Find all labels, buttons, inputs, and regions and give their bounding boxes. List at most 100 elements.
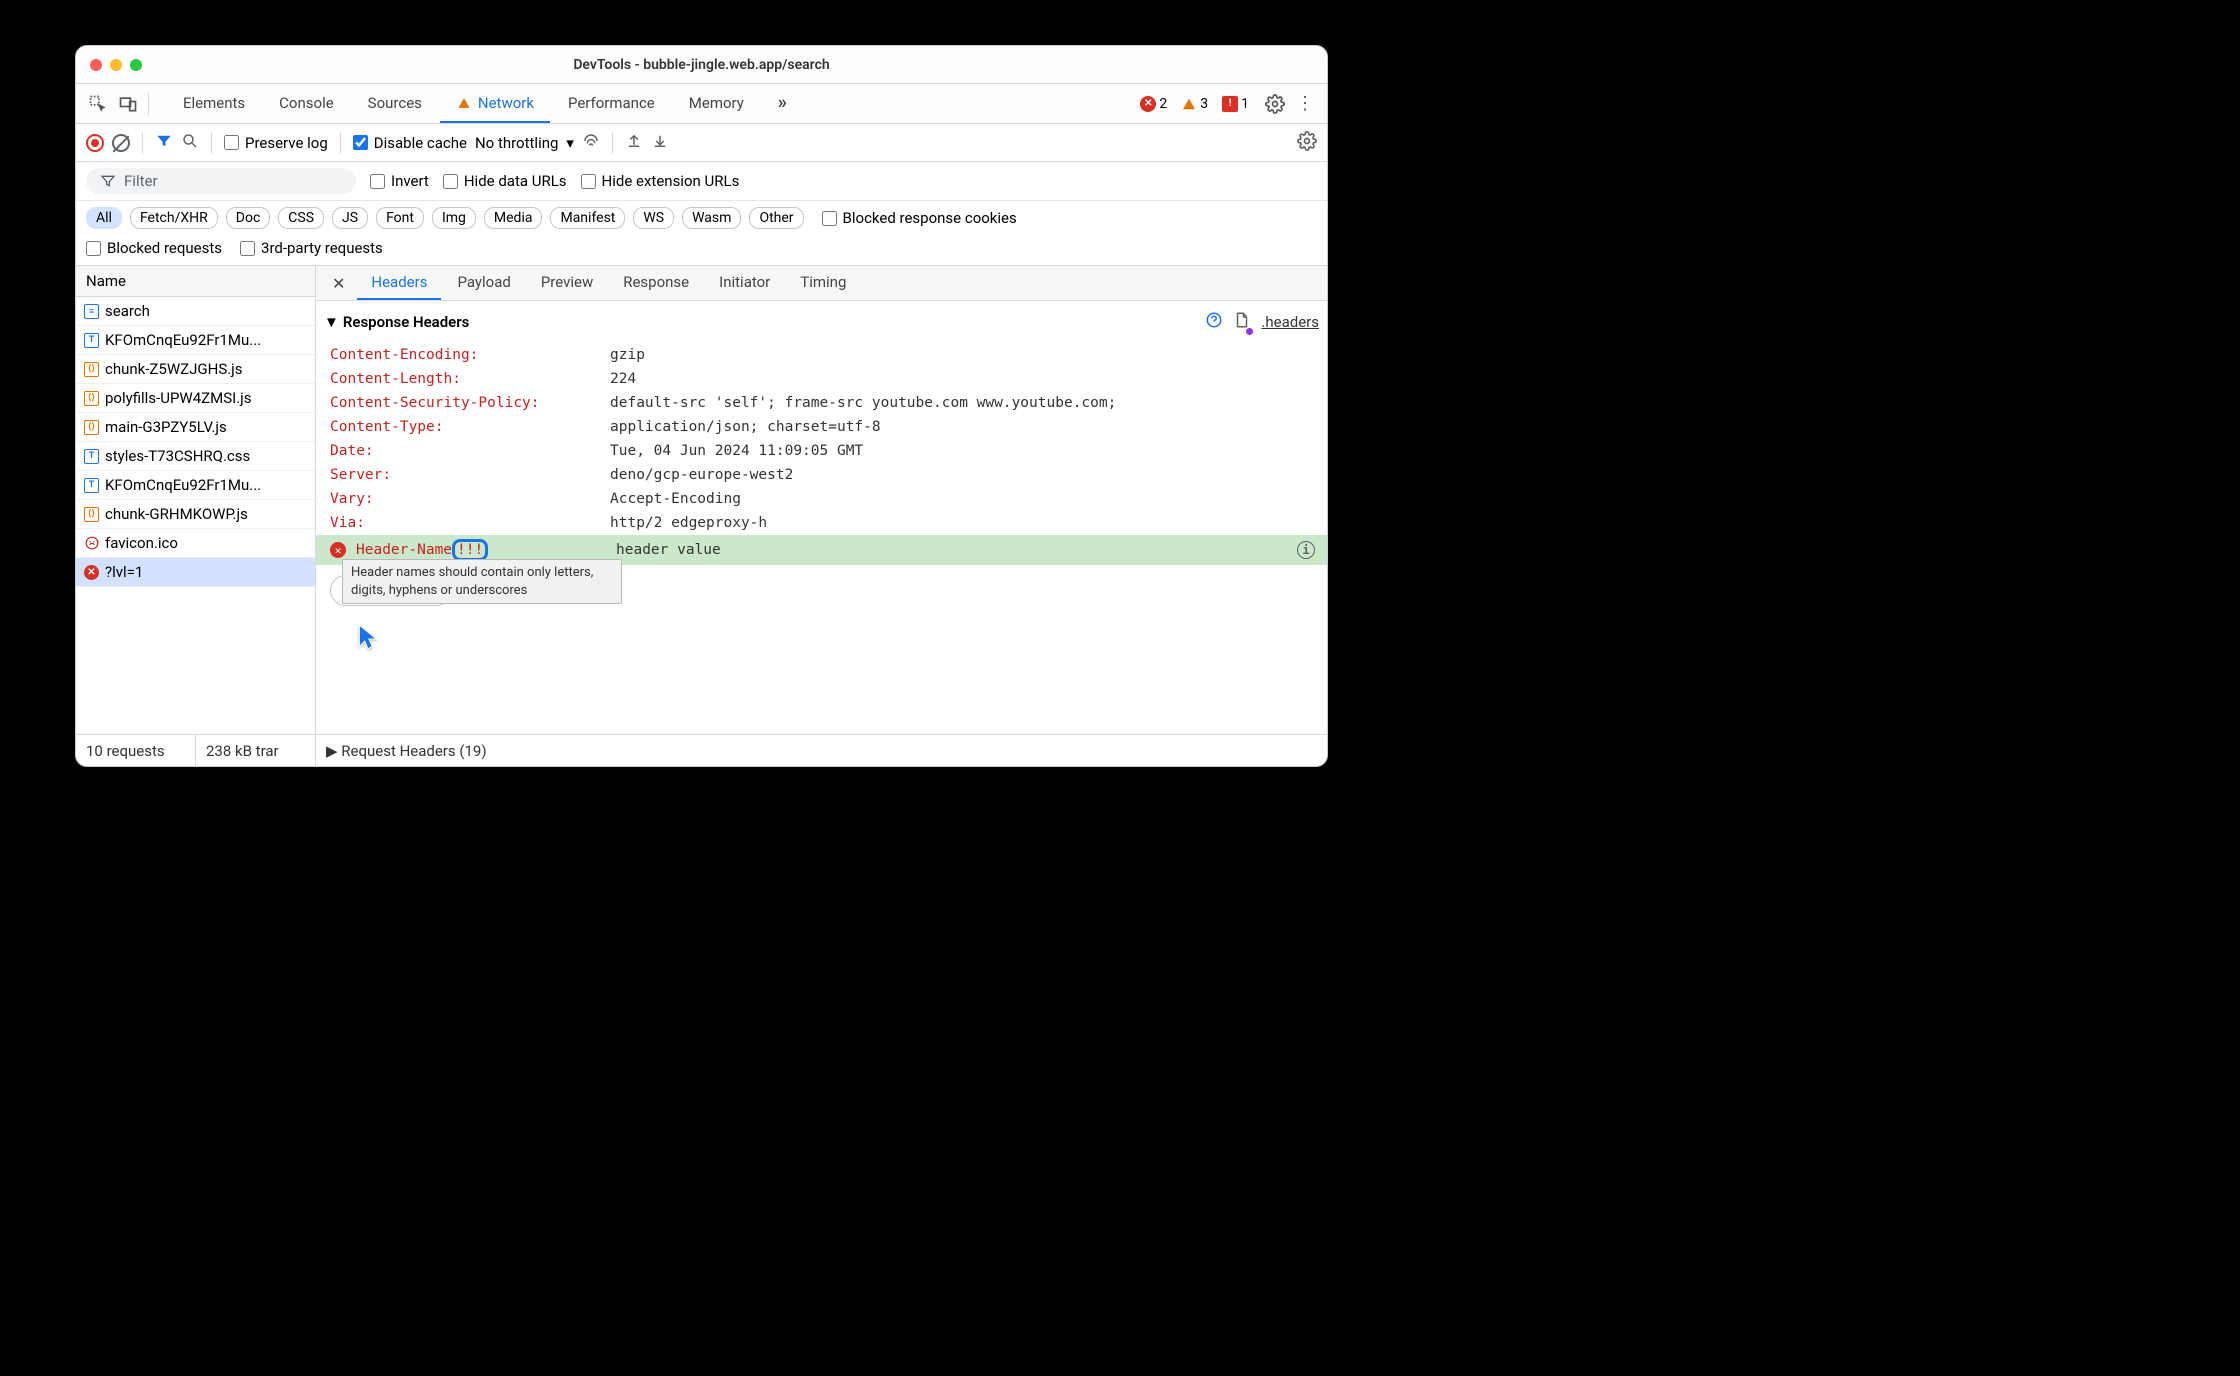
- remove-header-icon[interactable]: ✕: [330, 542, 346, 558]
- content-area: Name ≡searchTKFOmCnqEu92Fr1Mu...⟨⟩chunk-…: [76, 266, 1327, 734]
- blocked-requests-checkbox[interactable]: Blocked requests: [86, 239, 222, 257]
- request-row[interactable]: ⟨⟩chunk-GRHMKOWP.js: [76, 500, 315, 529]
- request-row[interactable]: ⟨⟩main-G3PZY5LV.js: [76, 413, 315, 442]
- hide-data-urls-checkbox[interactable]: Hide data URLs: [443, 172, 567, 190]
- filter-placeholder: Filter: [124, 172, 158, 190]
- response-header-row: Vary:Accept-Encoding: [316, 487, 1327, 511]
- type-doc[interactable]: Doc: [226, 207, 271, 229]
- zoom-window-button[interactable]: [130, 59, 142, 71]
- detail-tab-payload[interactable]: Payload: [443, 266, 524, 300]
- divider: [612, 132, 613, 154]
- network-toolbar: Preserve log Disable cache No throttling…: [76, 124, 1327, 162]
- response-header-row: Server:deno/gcp-europe-west2: [316, 463, 1327, 487]
- throttling-select[interactable]: No throttling ▾: [475, 134, 574, 152]
- blocked-bar: Blocked requests 3rd-party requests: [76, 235, 1327, 266]
- request-row[interactable]: Tstyles-T73CSHRQ.css: [76, 442, 315, 471]
- detail-tab-initiator[interactable]: Initiator: [705, 266, 784, 300]
- header-key: Via:: [330, 515, 610, 531]
- tab-console[interactable]: Console: [263, 84, 350, 123]
- filter-icon[interactable]: [155, 132, 173, 154]
- type-media[interactable]: Media: [484, 207, 543, 229]
- type-css[interactable]: CSS: [278, 207, 324, 229]
- info-icon[interactable]: i: [1297, 541, 1315, 559]
- minimize-window-button[interactable]: [110, 59, 122, 71]
- type-all[interactable]: All: [86, 207, 122, 229]
- request-row[interactable]: ⟨⟩chunk-Z5WZJGHS.js: [76, 355, 315, 384]
- divider: [340, 132, 341, 154]
- tab-sources[interactable]: Sources: [352, 84, 438, 123]
- detail-tab-timing[interactable]: Timing: [786, 266, 860, 300]
- type-img[interactable]: Img: [432, 207, 476, 229]
- divider: [142, 132, 143, 154]
- custom-header-key[interactable]: Header-Name!!!: [356, 539, 616, 561]
- err-icon: ✕: [84, 565, 99, 580]
- type-manifest[interactable]: Manifest: [550, 207, 625, 229]
- settings-icon[interactable]: [1261, 90, 1289, 118]
- disable-cache-input[interactable]: [353, 135, 368, 150]
- custom-header-value[interactable]: header value: [616, 542, 1327, 558]
- type-filter-bar: All Fetch/XHR Doc CSS JS Font Img Media …: [76, 201, 1327, 235]
- tab-performance[interactable]: Performance: [552, 84, 671, 123]
- response-header-row: Content-Security-Policy:default-src 'sel…: [316, 391, 1327, 415]
- issue-counters[interactable]: ✕2 3 !1: [1140, 96, 1249, 112]
- close-window-button[interactable]: [90, 59, 102, 71]
- issue-count[interactable]: !1: [1222, 96, 1249, 112]
- header-value: Accept-Encoding: [610, 491, 1327, 507]
- close-detail-icon[interactable]: ✕: [322, 268, 355, 299]
- tab-memory[interactable]: Memory: [673, 84, 760, 123]
- upload-icon[interactable]: [625, 132, 643, 154]
- clear-button[interactable]: [112, 134, 130, 152]
- inspect-element-icon[interactable]: [84, 90, 112, 118]
- third-party-requests-checkbox[interactable]: 3rd-party requests: [240, 239, 383, 257]
- request-row[interactable]: ≡search: [76, 297, 315, 326]
- disclosure-triangle-icon: ▶: [326, 742, 341, 760]
- preserve-log-checkbox[interactable]: Preserve log: [224, 134, 328, 152]
- js-icon: ⟨⟩: [84, 420, 99, 435]
- download-icon[interactable]: [651, 132, 669, 154]
- help-icon[interactable]: [1205, 311, 1223, 333]
- tab-elements[interactable]: Elements: [167, 84, 261, 123]
- request-row[interactable]: favicon.ico: [76, 529, 315, 558]
- detail-tab-headers[interactable]: Headers: [357, 266, 441, 300]
- type-font[interactable]: Font: [376, 207, 424, 229]
- response-headers-title: Response Headers: [343, 313, 470, 331]
- response-header-row: Content-Type:application/json; charset=u…: [316, 415, 1327, 439]
- header-key: Vary:: [330, 491, 610, 507]
- hide-extension-urls-checkbox[interactable]: Hide extension URLs: [581, 172, 740, 190]
- panel-settings-icon[interactable]: [1297, 131, 1317, 155]
- request-name: polyfills-UPW4ZMSI.js: [105, 389, 252, 407]
- request-name: chunk-Z5WZJGHS.js: [105, 360, 243, 378]
- type-fetch-xhr[interactable]: Fetch/XHR: [130, 207, 218, 229]
- request-name: KFOmCnqEu92Fr1Mu...: [105, 476, 261, 494]
- device-mode-icon[interactable]: [114, 90, 142, 118]
- warning-count[interactable]: 3: [1181, 96, 1208, 112]
- headers-file-link[interactable]: .headers: [1261, 313, 1319, 331]
- type-ws[interactable]: WS: [633, 207, 674, 229]
- requests-header[interactable]: Name: [76, 266, 315, 297]
- more-menu-icon[interactable]: ⋮: [1291, 90, 1319, 118]
- detail-tab-preview[interactable]: Preview: [527, 266, 607, 300]
- file-icon[interactable]: [1233, 311, 1251, 333]
- request-row[interactable]: ✕?lvl=1: [76, 558, 315, 587]
- record-button[interactable]: [86, 134, 104, 152]
- filter-input[interactable]: Filter: [86, 168, 356, 194]
- request-row[interactable]: ⟨⟩polyfills-UPW4ZMSI.js: [76, 384, 315, 413]
- request-row[interactable]: TKFOmCnqEu92Fr1Mu...: [76, 326, 315, 355]
- tab-overflow-icon[interactable]: »: [762, 84, 803, 123]
- requests-list: ≡searchTKFOmCnqEu92Fr1Mu...⟨⟩chunk-Z5WZJ…: [76, 297, 315, 734]
- type-js[interactable]: JS: [332, 207, 368, 229]
- disable-cache-checkbox[interactable]: Disable cache: [353, 134, 467, 152]
- type-other[interactable]: Other: [749, 207, 803, 229]
- invert-checkbox[interactable]: Invert: [370, 172, 429, 190]
- search-icon[interactable]: [181, 132, 199, 154]
- type-wasm[interactable]: Wasm: [682, 207, 741, 229]
- detail-tab-response[interactable]: Response: [609, 266, 703, 300]
- network-conditions-icon[interactable]: [582, 132, 600, 154]
- request-headers-section[interactable]: ▶ Request Headers (19): [316, 735, 1327, 766]
- tab-network[interactable]: Network: [440, 84, 550, 123]
- response-headers-section[interactable]: ▼ Response Headers .headers: [316, 301, 1327, 343]
- error-count[interactable]: ✕2: [1140, 96, 1167, 112]
- request-row[interactable]: TKFOmCnqEu92Fr1Mu...: [76, 471, 315, 500]
- blocked-response-cookies-checkbox[interactable]: Blocked response cookies: [822, 209, 1017, 227]
- preserve-log-input[interactable]: [224, 135, 239, 150]
